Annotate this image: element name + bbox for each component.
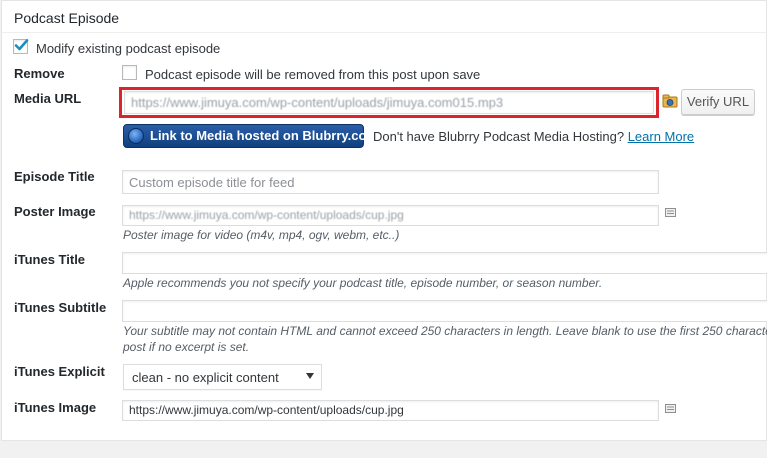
- episode-title-label: Episode Title: [14, 169, 95, 184]
- itunes-image-label: iTunes Image: [14, 400, 97, 415]
- itunes-subtitle-help-1: Your subtitle may not contain HTML and c…: [123, 324, 767, 338]
- itunes-explicit-value: clean - no explicit content: [132, 370, 279, 385]
- box-title: Podcast Episode: [14, 10, 120, 26]
- poster-image-label: Poster Image: [14, 204, 96, 219]
- modify-episode-checkbox[interactable]: [13, 39, 29, 54]
- modify-episode-label: Modify existing podcast episode: [36, 41, 221, 56]
- poster-image-value: https://www.jimuya.com/wp-content/upload…: [129, 208, 404, 222]
- learn-more-link[interactable]: Learn More: [628, 129, 694, 144]
- media-library-icon[interactable]: [665, 404, 676, 413]
- itunes-subtitle-label: iTunes Subtitle: [14, 300, 107, 315]
- blubrry-promo-text: Don't have Blubrry Podcast Media Hosting…: [373, 129, 625, 144]
- chevron-down-icon: [306, 373, 314, 379]
- remove-episode-text: Podcast episode will be removed from thi…: [145, 67, 481, 82]
- itunes-explicit-select[interactable]: clean - no explicit content: [123, 364, 322, 390]
- itunes-image-value: https://www.jimuya.com/wp-content/upload…: [129, 403, 404, 417]
- media-library-icon[interactable]: [665, 208, 676, 217]
- itunes-title-help: Apple recommends you not specify your po…: [123, 276, 603, 290]
- blubrry-promo: Don't have Blubrry Podcast Media Hosting…: [373, 129, 694, 144]
- podcast-episode-box: Podcast Episode Modify existing podcast …: [1, 0, 767, 441]
- blubrry-link-button[interactable]: Link to Media hosted on Blubrry.com: [123, 124, 378, 148]
- itunes-explicit-label: iTunes Explicit: [14, 364, 105, 379]
- remove-label: Remove: [14, 66, 65, 81]
- itunes-title-label: iTunes Title: [14, 252, 86, 267]
- blubrry-link-label: Link to Media hosted on Blubrry.com: [150, 128, 378, 143]
- itunes-title-input[interactable]: [122, 252, 767, 274]
- checkmark-icon: [14, 39, 29, 51]
- media-url-highlight: [119, 87, 659, 118]
- poster-image-input[interactable]: https://www.jimuya.com/wp-content/upload…: [122, 205, 659, 226]
- itunes-image-input[interactable]: https://www.jimuya.com/wp-content/upload…: [122, 400, 659, 421]
- media-url-label: Media URL: [14, 91, 82, 106]
- itunes-subtitle-help-2: post if no excerpt is set.: [123, 340, 250, 354]
- verify-url-button[interactable]: Verify URL: [681, 89, 755, 115]
- folder-icon[interactable]: [662, 94, 678, 108]
- remove-episode-checkbox[interactable]: [122, 65, 137, 80]
- blubrry-logo-icon: [128, 128, 144, 144]
- episode-title-input[interactable]: Custom episode title for feed: [122, 170, 659, 194]
- itunes-subtitle-input[interactable]: [122, 300, 767, 322]
- title-divider: [2, 32, 766, 33]
- poster-image-help: Poster image for video (m4v, mp4, ogv, w…: [123, 228, 400, 242]
